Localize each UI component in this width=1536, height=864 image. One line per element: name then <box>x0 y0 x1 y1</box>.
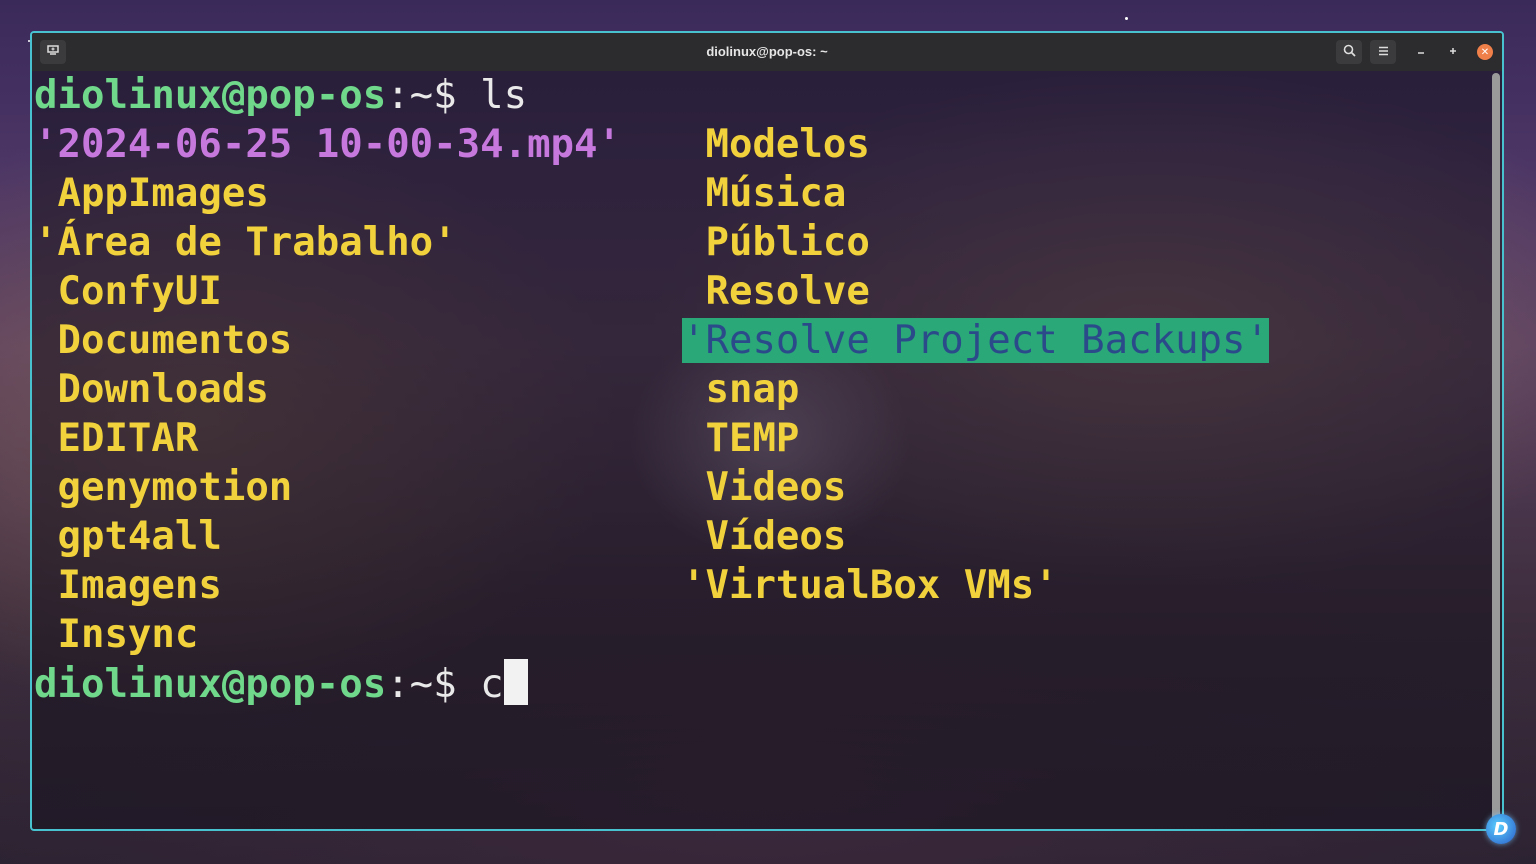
ls-entry: gpt4all <box>34 512 222 561</box>
directory-name: 'Área de Trabalho' <box>34 220 457 265</box>
window-title: diolinux@pop-os: ~ <box>706 44 828 59</box>
directory-name: AppImages <box>34 171 269 216</box>
desktop-star <box>1125 17 1128 20</box>
ls-entry: Insync <box>34 610 198 659</box>
directory-name: Música <box>682 171 847 216</box>
ls-entry: Downloads <box>34 365 269 414</box>
prompt-user-host: diolinux@pop-os <box>34 73 387 118</box>
directory-name: Documentos <box>34 318 293 363</box>
directory-name: snap <box>682 367 800 412</box>
ls-entry: AppImages <box>34 169 269 218</box>
text-cursor <box>503 659 528 705</box>
directory-name: ConfyUI <box>34 269 222 314</box>
ls-entry: 'Área de Trabalho' <box>34 218 457 267</box>
command-text: ls <box>480 73 528 118</box>
ls-entry: Imagens <box>34 561 222 610</box>
terminal-output[interactable]: diolinux@pop-os:~$ ls '2024-06-25 10-00-… <box>34 71 1488 829</box>
terminal-window[interactable]: diolinux@pop-os: ~ ✕ diolinux@pop-os:~$ … <box>30 31 1504 831</box>
maximize-icon <box>1448 45 1458 60</box>
directory-name: Resolve <box>682 269 870 314</box>
typed-input[interactable]: c <box>480 662 503 707</box>
ls-entry: genymotion <box>34 463 292 512</box>
menu-button[interactable] <box>1370 40 1396 64</box>
prompt-user-host: diolinux@pop-os <box>34 662 387 707</box>
directory-name: TEMP <box>682 416 800 461</box>
maximize-button[interactable] <box>1440 40 1466 64</box>
directory-name: Downloads <box>34 367 269 412</box>
hamburger-menu-icon <box>1378 45 1389 60</box>
diolinux-logo-icon: D <box>1486 814 1516 844</box>
ls-entry: Videos <box>682 463 846 512</box>
ls-entry: ConfyUI <box>34 267 222 316</box>
scrollbar[interactable] <box>1492 73 1500 825</box>
directory-name: genymotion <box>34 465 293 510</box>
ls-entry: EDITAR <box>34 414 198 463</box>
ls-entry: 'VirtualBox VMs' <box>682 561 1058 610</box>
ls-entry: Documentos <box>34 316 292 365</box>
file-name: '2024-06-25 10-00-34.mp4' <box>34 122 621 167</box>
title-bar[interactable]: diolinux@pop-os: ~ ✕ <box>32 33 1502 71</box>
ls-entry: snap <box>682 365 799 414</box>
ls-entry: '2024-06-25 10-00-34.mp4' <box>34 120 621 169</box>
close-button[interactable]: ✕ <box>1472 40 1498 64</box>
ls-entry: Modelos <box>682 120 870 169</box>
directory-name: Público <box>682 220 870 265</box>
prompt-separator: :~$ <box>386 662 457 707</box>
directory-name: Insync <box>34 612 199 657</box>
ls-entry: TEMP <box>682 414 799 463</box>
search-icon <box>1343 44 1356 61</box>
prompt-line-2[interactable]: diolinux@pop-os:~$ c <box>34 659 528 708</box>
search-button[interactable] <box>1336 40 1362 64</box>
directory-name: 'VirtualBox VMs' <box>682 563 1058 608</box>
scrollbar-thumb[interactable] <box>1492 73 1500 825</box>
directory-name: Imagens <box>34 563 222 608</box>
ls-entry: Vídeos <box>682 512 846 561</box>
ls-entry: 'Resolve Project Backups' <box>682 316 1269 365</box>
directory-name: gpt4all <box>34 514 222 559</box>
directory-name: 'Resolve Project Backups' <box>682 318 1269 363</box>
directory-name: Videos <box>682 465 847 510</box>
directory-name: EDITAR <box>34 416 199 461</box>
minimize-icon <box>1416 45 1426 60</box>
ls-entry: Público <box>682 218 870 267</box>
directory-name: Modelos <box>682 122 870 167</box>
directory-name: Vídeos <box>682 514 847 559</box>
prompt-separator: :~$ <box>386 73 457 118</box>
minimize-button[interactable] <box>1408 40 1434 64</box>
ls-entry: Música <box>682 169 846 218</box>
close-icon: ✕ <box>1477 44 1493 60</box>
prompt-line-1: diolinux@pop-os:~$ ls <box>34 71 527 120</box>
ls-entry: Resolve <box>682 267 870 316</box>
